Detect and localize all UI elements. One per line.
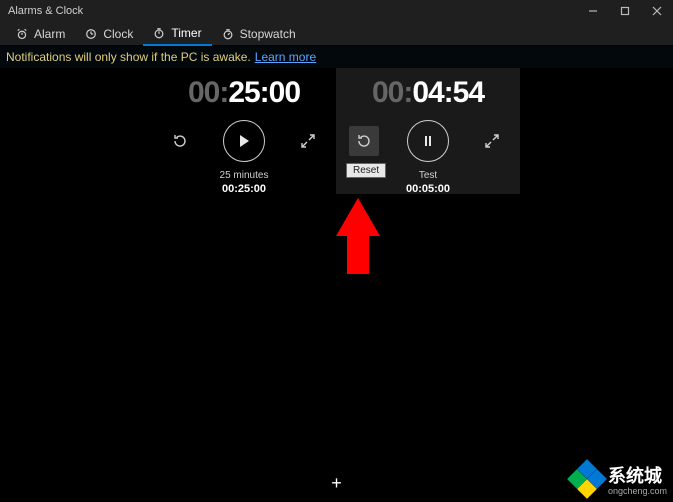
annotation-arrow [336,198,380,274]
play-button[interactable] [223,120,265,162]
minimize-button[interactable] [577,0,609,22]
reset-tooltip: Reset [346,163,386,178]
pause-button[interactable] [407,120,449,162]
watermark: 系统城 ongcheng.com [572,462,667,496]
arrow-stem [347,236,369,274]
window-controls [577,0,673,22]
watermark-sub: ongcheng.com [608,486,667,496]
notification-bar: Notifications will only show if the PC i… [0,46,673,68]
tab-label: Timer [171,26,201,40]
close-button[interactable] [641,0,673,22]
tab-label: Clock [103,27,133,41]
timer-display: 00: 04:54 [372,76,484,110]
timer-name: Test [406,170,450,181]
title-bar: Alarms & Clock [0,0,673,22]
timer-total: 00:25:00 [220,183,269,195]
watermark-text: 系统城 [608,466,662,486]
timer-hours: 00: [372,76,412,110]
tab-timer[interactable]: Timer [143,22,211,46]
tab-label: Alarm [34,27,65,41]
expand-button[interactable] [293,126,323,156]
expand-button[interactable] [477,126,507,156]
timer-display: 00: 25:00 [188,76,300,110]
tab-alarm[interactable]: Alarm [6,22,75,46]
timer-name: 25 minutes [220,170,269,181]
timer-hours: 00: [188,76,228,110]
watermark-logo-icon [572,464,602,494]
tab-stopwatch[interactable]: Stopwatch [212,22,306,46]
app-title: Alarms & Clock [0,5,577,17]
tab-bar: Alarm Clock Timer Stopwatch [0,22,673,46]
add-timer-button[interactable]: + [331,473,342,494]
maximize-button[interactable] [609,0,641,22]
timer-controls [152,120,336,162]
alarm-icon [16,28,28,40]
timer-main-time: 04:54 [412,76,484,110]
reset-button[interactable] [165,126,195,156]
timer-card[interactable]: 00: 04:54 Reset Test 00:05:00 [336,68,520,194]
stopwatch-icon [222,28,234,40]
timer-icon [153,27,165,39]
reset-button[interactable] [349,126,379,156]
timer-label: Test 00:05:00 [406,170,450,195]
notification-message: Notifications will only show if the PC i… [6,50,251,64]
timer-label: 25 minutes 00:25:00 [220,170,269,195]
main-content: 00: 25:00 25 minutes 00:25:00 00: 04:54 [0,68,673,502]
timer-controls [336,120,520,162]
tab-label: Stopwatch [240,27,296,41]
notification-link[interactable]: Learn more [255,50,316,64]
timer-card[interactable]: 00: 25:00 25 minutes 00:25:00 [152,68,336,194]
arrow-head-icon [336,198,380,236]
tab-clock[interactable]: Clock [75,22,143,46]
timer-main-time: 25:00 [228,76,300,110]
timer-total: 00:05:00 [406,183,450,195]
clock-icon [85,28,97,40]
